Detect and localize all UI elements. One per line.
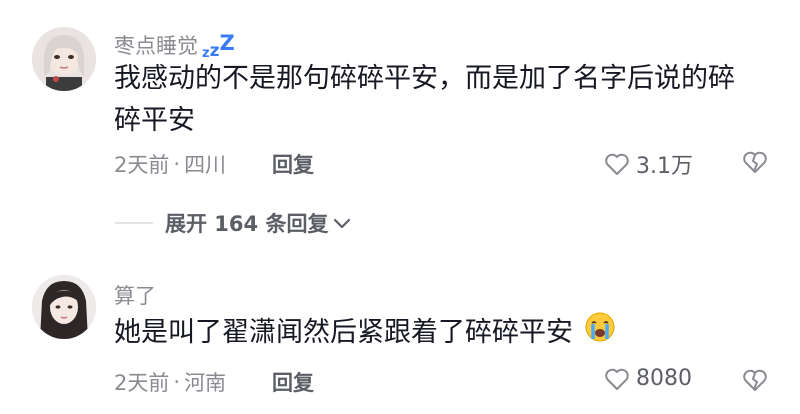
comment-meta: 2天前 · 河南: [114, 367, 226, 397]
comment-text[interactable]: 她是叫了翟潇闻然后紧跟着了碎碎平安: [114, 311, 774, 356]
comment-meta: 2天前 · 四川: [114, 149, 226, 179]
sleep-badge-icon: zzZ: [202, 31, 235, 61]
crying-face-icon: [584, 311, 616, 356]
broken-heart-icon: [743, 369, 767, 391]
expand-replies-button[interactable]: 展开 164 条回复: [115, 208, 352, 238]
comment-text[interactable]: 我感动的不是那句碎碎平安，而是加了名字后说的碎 碎平安: [114, 58, 774, 142]
dislike-button[interactable]: [742, 368, 768, 396]
avatar[interactable]: [32, 275, 96, 339]
heart-icon: [605, 153, 629, 175]
location: 四川: [184, 153, 227, 177]
username-text: 枣点睡觉: [114, 34, 198, 58]
broken-heart-icon: [743, 151, 767, 173]
like-button[interactable]: 3.1万: [604, 148, 693, 180]
chevron-down-icon: [334, 218, 351, 229]
username[interactable]: 算了: [114, 280, 156, 310]
like-count: 8080: [636, 366, 692, 391]
dislike-button[interactable]: [742, 150, 768, 178]
heart-icon: [605, 368, 629, 390]
username-text: 算了: [114, 284, 156, 308]
expand-replies-label: 展开 164 条回复: [165, 212, 329, 236]
location: 河南: [184, 371, 227, 395]
divider-line: [115, 222, 153, 224]
comment-text-line: 我感动的不是那句碎碎平安，而是加了名字后说的碎: [114, 63, 735, 94]
avatar[interactable]: [32, 27, 96, 91]
timestamp: 2天前: [114, 153, 170, 177]
timestamp: 2天前: [114, 371, 170, 395]
meta-dot: ·: [173, 370, 181, 394]
reply-button[interactable]: 回复: [272, 149, 314, 179]
like-button[interactable]: 8080: [604, 366, 692, 391]
like-count: 3.1万: [636, 154, 693, 179]
username[interactable]: 枣点睡觉 zzZ: [114, 30, 235, 61]
comment-text-line: 碎平安: [114, 105, 195, 136]
reply-button[interactable]: 回复: [272, 367, 314, 397]
comment-text-line: 她是叫了翟潇闻然后紧跟着了碎碎平安: [114, 317, 573, 348]
meta-dot: ·: [173, 152, 181, 176]
